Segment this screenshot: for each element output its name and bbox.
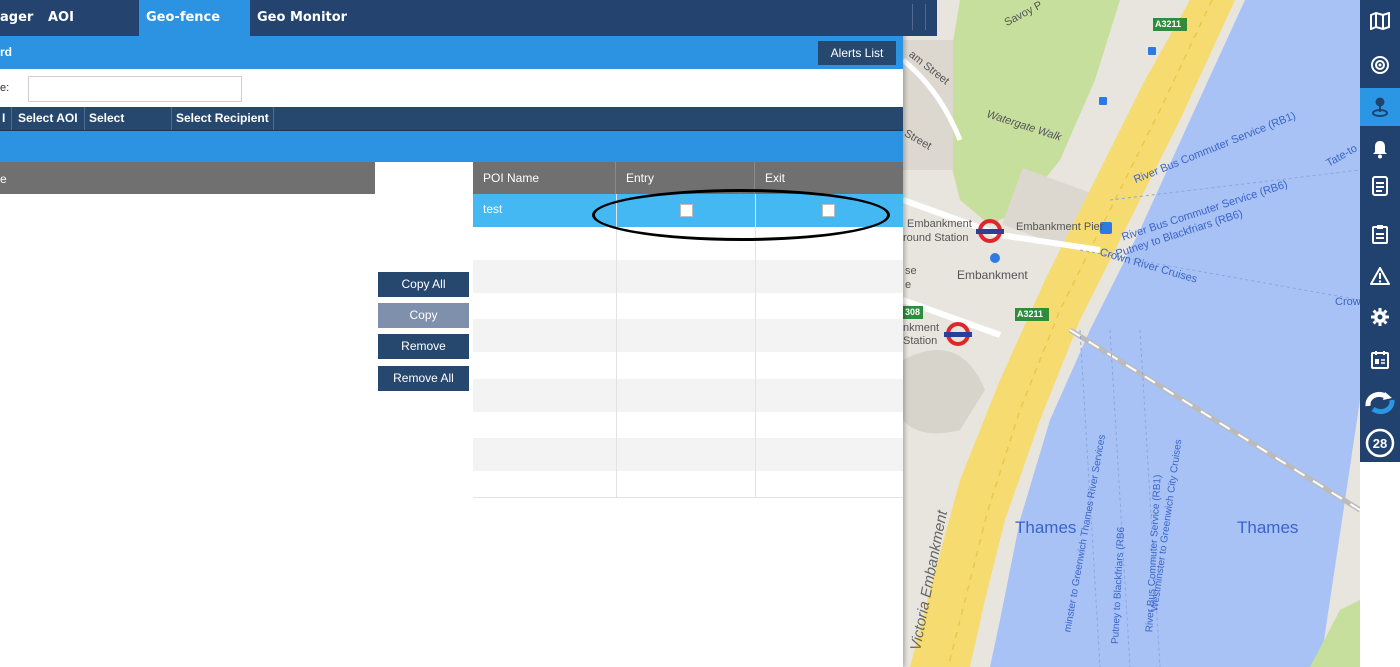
name-row: e:: [0, 69, 903, 107]
map-label-a3211-mid: A3211: [1017, 309, 1044, 319]
remove-button[interactable]: Remove: [378, 334, 469, 359]
calendar-id-icon[interactable]: [1360, 341, 1400, 378]
column-divider: [755, 194, 756, 498]
app-root: Savoy P A3211 am Street Street Watergate…: [0, 0, 1400, 667]
step-tab-select-vehicle[interactable]: Select Vehicle: [85, 107, 172, 148]
table-row[interactable]: test: [473, 194, 903, 227]
available-poi-grid-header: e: [0, 162, 375, 194]
wizard-step-tabs: I Select AOI Select Vehicle Select Recip…: [0, 107, 903, 148]
available-poi-name-column[interactable]: e: [0, 172, 7, 186]
target-icon[interactable]: [1360, 46, 1400, 83]
geofence-panel: ager AOI Manager Geo-fence Alert Geo Mon…: [0, 0, 937, 667]
map-label-embankment-station: Embankment: [907, 218, 972, 230]
table-row-empty: [473, 227, 903, 260]
settings-icon[interactable]: [1360, 298, 1400, 335]
copy-button[interactable]: Copy: [378, 303, 469, 328]
step-tab-select-aoi[interactable]: Select AOI: [12, 107, 85, 130]
column-divider: [616, 194, 617, 498]
module-tabbar: ager AOI Manager Geo-fence Alert Geo Mon…: [0, 0, 937, 61]
column-entry[interactable]: Entry: [616, 162, 755, 194]
table-row-empty: [473, 438, 903, 471]
copy-all-button[interactable]: Copy All: [378, 272, 469, 297]
right-toolbar: 28: [1360, 0, 1400, 667]
table-row-empty: [473, 408, 903, 441]
bell-icon[interactable]: [1360, 130, 1400, 167]
tab-poi-manager[interactable]: ager: [0, 0, 44, 36]
map-label-round-station: round Station: [903, 232, 969, 244]
map-label-308: 308: [905, 307, 921, 317]
column-poi-name[interactable]: POI Name: [473, 162, 616, 194]
tab-geo-monitor[interactable]: Geo Monitor: [251, 0, 351, 36]
exit-checkbox[interactable]: [822, 204, 835, 217]
notification-count-badge[interactable]: 28: [1360, 424, 1400, 462]
table-row-empty: [473, 348, 903, 381]
column-exit[interactable]: Exit: [755, 162, 903, 194]
step-header-bar: [0, 131, 903, 162]
map-label-station: Station: [903, 335, 938, 347]
tab-aoi-manager[interactable]: AOI Manager: [45, 0, 137, 61]
selected-poi-grid: POI Name Entry Exit test: [473, 162, 903, 498]
map-label-se: se: [905, 265, 917, 277]
map-label-crow: Crow: [1335, 296, 1361, 308]
geofence-pin-icon[interactable]: [1360, 88, 1400, 126]
map-label-embankment-pier: Embankment Pier: [1016, 221, 1104, 233]
clipboard-icon[interactable]: [1360, 215, 1400, 252]
badge-count: 28: [1373, 436, 1387, 451]
map-label-nkment: nkment: [903, 322, 940, 334]
alerts-list-button[interactable]: Alerts List: [818, 41, 896, 65]
name-input[interactable]: [28, 76, 242, 102]
warning-icon[interactable]: [1360, 257, 1400, 294]
map-label-thames-right: Thames: [1237, 518, 1299, 537]
wizard-title: rd: [0, 45, 12, 59]
map-label-thames-left: Thames: [1015, 518, 1077, 537]
remove-all-button[interactable]: Remove All: [378, 366, 469, 391]
step-tab-select-recipient[interactable]: Select Recipient: [172, 107, 274, 130]
step-tab-select-poi[interactable]: I: [0, 107, 12, 130]
refresh-icon[interactable]: [1360, 383, 1400, 423]
panel-resize-grip[interactable]: [912, 4, 926, 30]
table-row-empty: [473, 286, 903, 319]
selected-poi-grid-header: POI Name Entry Exit: [473, 162, 903, 194]
poi-name-cell: test: [483, 202, 503, 216]
report-icon[interactable]: [1360, 167, 1400, 204]
name-label: e:: [0, 82, 10, 94]
map-label-e: e: [905, 279, 912, 291]
wizard-header: rd Alerts List: [0, 36, 903, 69]
map-icon[interactable]: [1360, 2, 1400, 39]
entry-checkbox[interactable]: [680, 204, 693, 217]
map-label-embankment: Embankment: [957, 268, 1028, 282]
tab-geofence-alert[interactable]: Geo-fence Alert: [139, 0, 250, 61]
map-label-a3211: A3211: [1155, 19, 1182, 29]
